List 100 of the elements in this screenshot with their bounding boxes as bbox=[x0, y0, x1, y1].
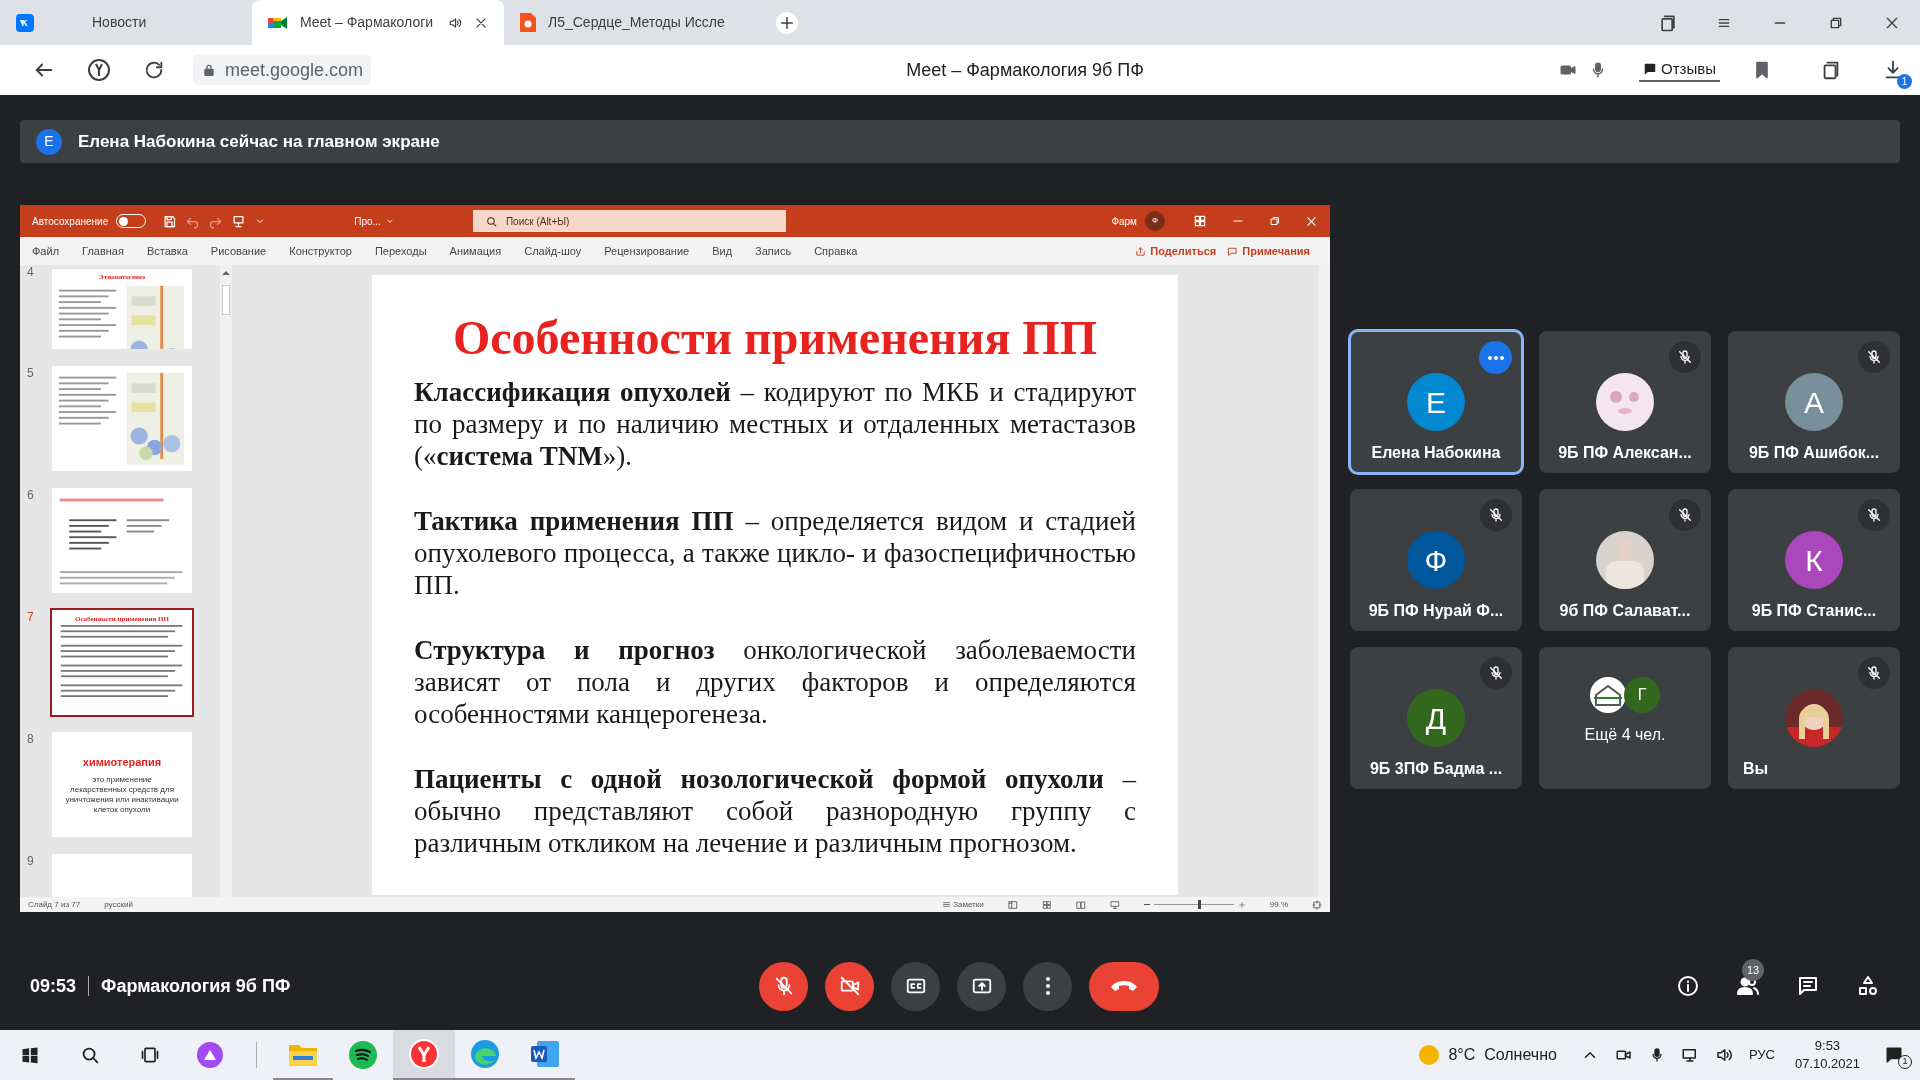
participant-tile[interactable]: Д 9Б 3ПФ Бадма ... bbox=[1350, 647, 1522, 789]
participant-name: Вы bbox=[1743, 759, 1769, 779]
ribbon-tab[interactable]: Конструктор bbox=[289, 242, 352, 260]
chat-icon[interactable] bbox=[1796, 974, 1820, 998]
meeting-title: Фармакология 9б ПФ bbox=[101, 974, 291, 998]
participant-tile[interactable]: 9б ПФ Салават... bbox=[1539, 489, 1711, 631]
mic-off-icon bbox=[1677, 349, 1693, 365]
participant-name: 9Б ПФ Алексан... bbox=[1558, 443, 1692, 463]
phone-icon bbox=[1111, 981, 1137, 991]
notification-count-badge: 1 bbox=[1898, 1055, 1912, 1069]
presenter-icon[interactable] bbox=[231, 213, 247, 229]
participant-tile[interactable]: Ф 9Б ПФ Нурай Ф... bbox=[1350, 489, 1522, 631]
present-button[interactable] bbox=[957, 961, 1006, 1011]
browser-tab[interactable]: Meet – Фармакологи bbox=[252, 0, 504, 45]
reading-view-icon[interactable] bbox=[1075, 899, 1086, 910]
ribbon-tab[interactable]: Вставка bbox=[146, 242, 188, 260]
restore-icon[interactable] bbox=[1269, 215, 1281, 227]
grid-view-icon[interactable] bbox=[1041, 899, 1052, 910]
network-icon[interactable] bbox=[1680, 1046, 1699, 1064]
browser-app-icon[interactable] bbox=[409, 1039, 439, 1069]
thumbnail-text: это применение лекарственных средств для уничтожения или инактивации клеток опухоли bbox=[64, 774, 180, 815]
slide-number: 7 bbox=[26, 610, 35, 626]
camera-button[interactable] bbox=[825, 961, 874, 1011]
ribbon-tab[interactable]: Запись bbox=[755, 242, 792, 260]
normal-view-icon[interactable] bbox=[1007, 899, 1018, 910]
page-title: Meet – Фармакология 9б ПФ bbox=[905, 58, 1144, 82]
tab-title: Meet – Фармакологи bbox=[300, 13, 435, 32]
participant-tile[interactable]: А 9Б ПФ Ашибок... bbox=[1728, 331, 1900, 473]
feedback-button[interactable]: Отзывы bbox=[1639, 57, 1720, 83]
notes-icon bbox=[942, 900, 952, 909]
browser-tab[interactable]: Л5_Сердце_Методы Иссле bbox=[504, 0, 756, 45]
music-app-icon[interactable] bbox=[349, 1041, 377, 1069]
ribbon-tab[interactable]: Рисование bbox=[210, 242, 267, 260]
scroll-up-icon[interactable] bbox=[222, 269, 230, 277]
captions-button[interactable] bbox=[891, 961, 940, 1011]
microphone-button[interactable] bbox=[759, 961, 808, 1011]
ribbon-tab[interactable]: Главная bbox=[82, 242, 124, 260]
participant-name: 9Б ПФ Нурай Ф... bbox=[1368, 601, 1504, 621]
ribbon-tab[interactable]: Справка bbox=[814, 242, 858, 260]
activities-icon[interactable] bbox=[1856, 974, 1880, 998]
file-name[interactable]: Про... bbox=[354, 213, 395, 229]
notifications-icon[interactable] bbox=[1884, 1045, 1904, 1065]
more-options-button[interactable] bbox=[1479, 341, 1512, 374]
folder-icon[interactable] bbox=[289, 1042, 317, 1066]
speaker-icon bbox=[448, 15, 462, 30]
ribbon-tab[interactable]: Вид bbox=[712, 242, 733, 260]
participant-tile[interactable]: 9Б ПФ Алексан... bbox=[1539, 331, 1711, 473]
slide-number: 6 bbox=[26, 488, 35, 504]
participant-tile[interactable]: Г Ещё 4 чел. bbox=[1539, 647, 1711, 789]
user-avatar[interactable]: Ф bbox=[1145, 211, 1165, 231]
ribbon-tab[interactable]: Анимация bbox=[449, 242, 502, 260]
share-button[interactable]: Поделиться bbox=[1135, 242, 1217, 260]
weather-widget[interactable]: 8°C Солнечно bbox=[1418, 1043, 1557, 1067]
close-icon[interactable] bbox=[474, 15, 488, 30]
avatar: Г bbox=[1624, 677, 1660, 713]
participant-name: 9б ПФ Салават... bbox=[1559, 601, 1691, 621]
scroll-thumb[interactable] bbox=[222, 285, 230, 315]
volume-icon[interactable] bbox=[1714, 1046, 1733, 1064]
ribbon-tab[interactable]: Рецензирование bbox=[604, 242, 690, 260]
ribbon-display-icon[interactable] bbox=[1193, 214, 1207, 228]
zoom-level: 99 % bbox=[1269, 898, 1288, 911]
tab-title: Новости bbox=[91, 13, 148, 32]
save-icon[interactable] bbox=[162, 213, 178, 229]
fit-slide-icon[interactable] bbox=[1312, 899, 1322, 910]
avatar: Ф bbox=[1407, 531, 1465, 589]
participant-tile[interactable]: Вы bbox=[1728, 647, 1900, 789]
close-icon[interactable] bbox=[1305, 214, 1318, 228]
address-field[interactable]: meet.google.com bbox=[193, 55, 372, 85]
mic-off-icon bbox=[1866, 507, 1882, 523]
slide-thumbnail[interactable]: химиотерапия это применение лекарственных средств для уничтожения или инактивации клеток опухоли bbox=[52, 732, 192, 837]
ribbon-tab[interactable]: Переходы bbox=[374, 242, 427, 260]
ribbon-tab[interactable]: Файл bbox=[32, 242, 60, 260]
search-field[interactable]: Поиск (Alt+Ы) bbox=[472, 210, 786, 232]
speech-bubble-icon bbox=[1643, 62, 1658, 76]
slideshow-icon[interactable] bbox=[1109, 899, 1120, 910]
avatar: Д bbox=[1407, 689, 1465, 747]
zoom-slider-thumb[interactable] bbox=[1197, 900, 1201, 909]
ribbon-tab[interactable]: Слайд-шоу bbox=[524, 242, 582, 260]
banner-text: Елена Набокина сейчас на главном экране bbox=[78, 130, 440, 153]
browser-tab[interactable]: Новости bbox=[0, 0, 252, 45]
assistant-icon[interactable] bbox=[197, 1042, 223, 1068]
browser-logo-icon[interactable] bbox=[86, 58, 111, 82]
start-icon[interactable] bbox=[20, 1045, 40, 1065]
participant-tile[interactable]: К 9Б ПФ Станис... bbox=[1728, 489, 1900, 631]
comment-icon bbox=[1227, 245, 1239, 257]
leave-call-button[interactable] bbox=[1089, 961, 1159, 1011]
autosave-label: Автосохранение bbox=[32, 214, 109, 229]
comments-button[interactable]: Примечания bbox=[1227, 242, 1310, 260]
notes-button[interactable]: Заметки bbox=[942, 898, 984, 911]
clock[interactable]: 9:53 07.10.2021 bbox=[1794, 1037, 1860, 1073]
language-indicator[interactable]: РУС bbox=[1748, 1045, 1775, 1065]
people-count-badge: 13 bbox=[1742, 959, 1764, 981]
word-app-icon[interactable] bbox=[531, 1041, 559, 1067]
slide-paragraph: Тактика применения ПП – определяется видом и стадией опухолевого процесса, а также цикло- и фазоспецифичностью ПП. bbox=[414, 505, 1136, 601]
mic-off-icon bbox=[1488, 665, 1504, 681]
participant-tile[interactable]: Е Елена Набокина bbox=[1350, 331, 1522, 473]
new-tab-icon[interactable] bbox=[776, 11, 798, 34]
info-icon[interactable] bbox=[1676, 974, 1700, 998]
task-view-icon[interactable] bbox=[140, 1045, 160, 1065]
edge-browser-icon[interactable] bbox=[471, 1040, 499, 1068]
